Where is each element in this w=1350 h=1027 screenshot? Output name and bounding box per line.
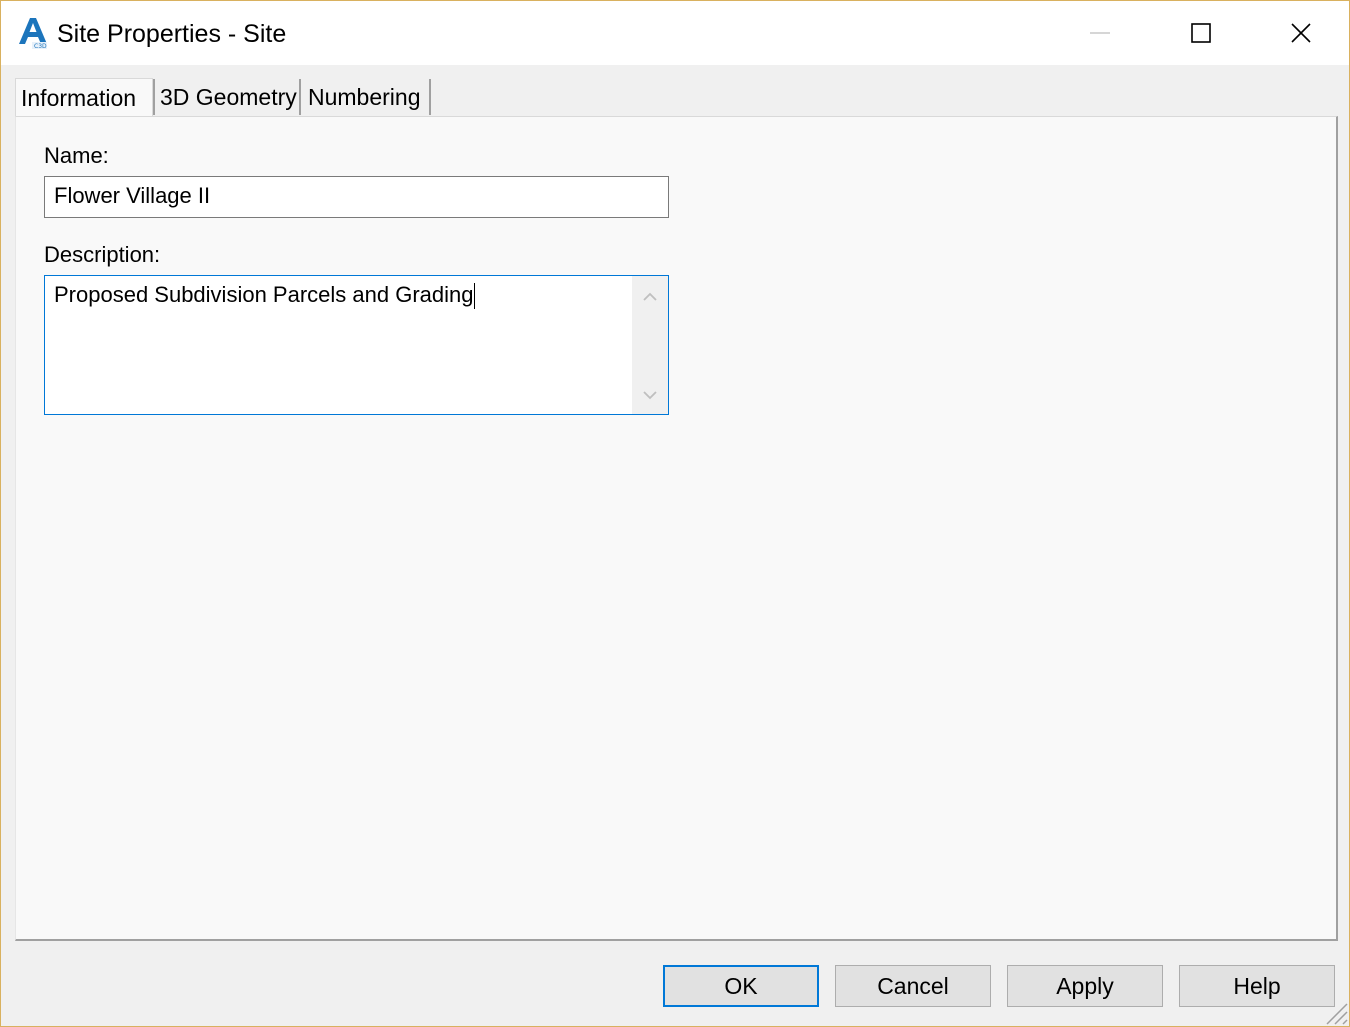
- minimize-button[interactable]: [1051, 1, 1151, 65]
- name-label: Name:: [44, 143, 109, 168]
- window-title: Site Properties - Site: [57, 20, 287, 48]
- scroll-down-button[interactable]: [632, 380, 668, 410]
- autocad-civil3d-icon: C3D: [16, 15, 48, 49]
- chevron-up-icon: [643, 292, 657, 301]
- resize-grip-icon[interactable]: [1319, 996, 1349, 1026]
- description-value: Proposed Subdivision Parcels and Grading: [54, 282, 474, 307]
- maximize-button[interactable]: [1151, 1, 1251, 65]
- description-text-wrapper: Proposed Subdivision Parcels and Grading: [54, 282, 476, 310]
- title-bar[interactable]: C3D Site Properties - Site: [1, 1, 1349, 65]
- help-button[interactable]: Help: [1179, 965, 1335, 1007]
- close-icon: [1291, 23, 1311, 43]
- tab-information[interactable]: Information: [15, 78, 153, 116]
- tab-numbering[interactable]: Numbering: [303, 79, 431, 115]
- close-button[interactable]: [1251, 1, 1349, 65]
- text-caret: [474, 283, 476, 310]
- name-input[interactable]: Flower Village II: [44, 176, 669, 218]
- description-label: Description:: [44, 242, 161, 267]
- description-scrollbar[interactable]: [632, 276, 668, 414]
- maximize-icon: [1191, 23, 1211, 43]
- chevron-down-icon: [643, 391, 657, 400]
- tab-3d-geometry[interactable]: 3D Geometry: [153, 79, 301, 115]
- ok-button[interactable]: OK: [663, 965, 819, 1007]
- minimize-icon: [1090, 32, 1110, 34]
- site-properties-dialog: C3D Site Properties - Site Information 3…: [0, 0, 1350, 1027]
- apply-button[interactable]: Apply: [1007, 965, 1163, 1007]
- description-textarea[interactable]: Proposed Subdivision Parcels and Grading: [44, 275, 669, 415]
- cancel-button[interactable]: Cancel: [835, 965, 991, 1007]
- scroll-up-button[interactable]: [632, 282, 668, 312]
- svg-text:C3D: C3D: [34, 43, 47, 49]
- information-panel: Name: Flower Village II Description: Pro…: [15, 116, 1338, 941]
